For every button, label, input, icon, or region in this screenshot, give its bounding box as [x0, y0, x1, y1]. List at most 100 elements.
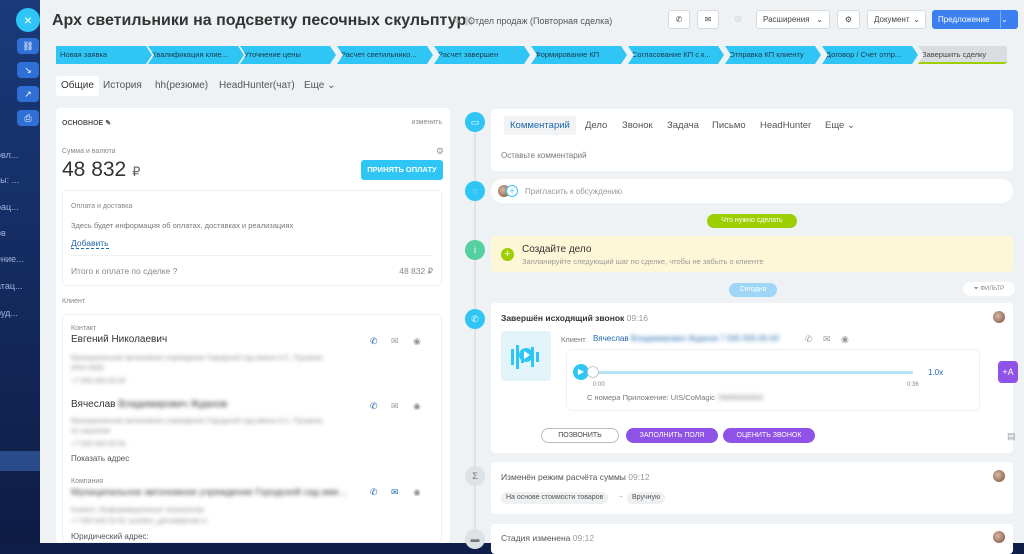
settings-button[interactable]: ⚙ — [837, 10, 860, 29]
add-icon[interactable]: + — [506, 185, 518, 197]
accept-payment-button[interactable]: ПРИНЯТЬ ОПЛАТУ — [361, 160, 443, 180]
sidebar-item[interactable]: ов — [0, 228, 6, 238]
help-icon[interactable]: ? — [173, 266, 178, 276]
call-client-label: Клиент — [561, 335, 586, 344]
sidebar-item[interactable]: овл... — [0, 150, 18, 160]
external-icon[interactable]: ↗ — [17, 86, 39, 102]
edit-section-link[interactable]: изменить — [412, 119, 442, 126]
mail-button[interactable]: ✉ — [697, 10, 719, 29]
sidebar-item[interactable]: руд... — [0, 308, 18, 318]
sidebar-item[interactable]: ение... — [0, 254, 24, 264]
sidebar-item[interactable]: рац... — [0, 202, 19, 212]
phone-icon[interactable]: ✆ — [370, 401, 378, 412]
tab-more[interactable]: Еще ⌄ — [304, 76, 336, 96]
tab-task-deal[interactable]: Дело — [585, 120, 607, 131]
speed-button[interactable]: 1.0x — [928, 368, 943, 377]
contact1-sub: ИНН 0000 — [71, 365, 104, 372]
sidebar-item[interactable]: атац... — [0, 281, 23, 291]
chevron-down-icon: ⌄ — [816, 15, 823, 24]
close-icon[interactable]: × — [16, 8, 40, 32]
call-back-button[interactable]: ПОЗВОНИТЬ — [541, 428, 619, 443]
tab-comment[interactable]: Комментарий — [504, 116, 576, 135]
stage-calc-done[interactable]: Расчет завершен — [434, 46, 530, 64]
proposal-label: Предложение — [938, 15, 990, 24]
sip-icon[interactable]: ◎ — [727, 10, 749, 29]
create-task-card[interactable]: + Создайте дело Запланируйте следующий ш… — [491, 236, 1013, 272]
invite-bar[interactable]: + Пригласить к обсуждению — [491, 179, 1013, 203]
arrow-down-icon[interactable]: ↘ — [17, 62, 39, 78]
plus-icon[interactable]: + — [501, 248, 514, 261]
gear-icon[interactable]: ⚙ — [436, 146, 444, 157]
tab-call[interactable]: Звонок — [622, 120, 653, 131]
mail-icon[interactable]: ✉ — [391, 487, 399, 498]
chevron-down-icon[interactable]: ⌄ — [1000, 11, 1017, 28]
stage-change-card: Стадия изменена 09:12 — [491, 524, 1013, 554]
left-sidebar: × ⛓ ↘ ↗ ⎙ овл... ты: ... рац... ов ение.… — [0, 0, 40, 543]
contact2-rest: Владимирович Жданов — [118, 399, 228, 410]
client-rest: Владимирович Жданов 7 000 000-00-00 — [630, 334, 779, 343]
tab-general[interactable]: Общие — [56, 76, 99, 96]
chat-icon[interactable]: ◉ — [413, 336, 421, 347]
mail-icon[interactable]: ✉ — [391, 401, 399, 412]
progress-track[interactable] — [593, 371, 913, 374]
stage-finish[interactable]: Завершить сделку — [918, 46, 1007, 64]
pipeline-stages: Новая заявка Квалификация клие... Уточне… — [56, 46, 1021, 64]
stage-kp-forming[interactable]: Формирование КП — [531, 46, 627, 64]
link-icon[interactable]: ⛓ — [17, 38, 39, 54]
stage-change-text: Стадия изменена — [501, 533, 571, 543]
rate-call-button[interactable]: ОЦЕНИТЬ ЗВОНОК — [723, 428, 815, 443]
fill-fields-button[interactable]: ЗАПОЛНИТЬ ПОЛЯ — [626, 428, 718, 443]
chat-icon[interactable]: ◉ — [413, 487, 421, 498]
company-name[interactable]: Муниципальное автономное учреждение Горо… — [71, 487, 347, 498]
show-address-link[interactable]: Показать адрес — [71, 454, 129, 463]
contact1-name[interactable]: Евгений Николаевич — [71, 334, 167, 345]
tab-headhunter[interactable]: HeadHunter — [760, 120, 811, 131]
notes-icon[interactable]: ▤ — [1007, 431, 1016, 442]
avatar — [993, 531, 1005, 543]
stage-new[interactable]: Новая заявка — [56, 46, 152, 64]
comment-input[interactable]: Оставьте комментарий — [501, 151, 587, 160]
ai-button[interactable]: +A — [998, 361, 1018, 383]
phone-icon[interactable]: ✆ — [370, 336, 378, 347]
main-area: Арх светильники на подсветку песочных ск… — [40, 0, 1024, 554]
audio-thumbnail — [501, 331, 551, 381]
mail-icon[interactable]: ✉ — [391, 336, 399, 347]
tab-headhunter-chat[interactable]: HeadHunter(чат) — [219, 76, 295, 96]
phone-outgoing-icon: ✆ — [465, 309, 485, 329]
proposal-button[interactable]: Предложение ⌄ — [932, 10, 1018, 29]
stage-price[interactable]: Уточнение цены — [240, 46, 336, 64]
mail-icon[interactable]: ✉ — [823, 334, 831, 345]
tab-more-activity[interactable]: Еще ⌄ — [825, 120, 855, 131]
avatar — [993, 311, 1005, 323]
call-client-name[interactable]: Вячеслав Владимирович Жданов 7 000 000-0… — [593, 334, 779, 343]
add-payment-link[interactable]: Добавить — [71, 238, 109, 249]
filter-button[interactable]: ⏷ ФИЛЬТР — [963, 282, 1015, 296]
contact2-name[interactable]: Вячеслав Владимирович Жданов — [71, 399, 227, 410]
tab-task[interactable]: Задача — [667, 120, 699, 131]
document-button[interactable]: Документ ⌄ — [867, 10, 926, 29]
phone-icon[interactable]: ✆ — [805, 334, 813, 345]
print-icon[interactable]: ⎙ — [17, 110, 39, 126]
phone-icon[interactable]: ✆ — [370, 487, 378, 498]
stage-calc[interactable]: Расчет светильнико... — [337, 46, 433, 64]
tab-hh-resume[interactable]: hh(резюме) — [155, 76, 208, 96]
tab-email[interactable]: Письмо — [712, 120, 746, 131]
pencil-icon[interactable]: ✎ — [105, 120, 111, 127]
stage-contract[interactable]: Договор / Счет отпр... — [822, 46, 918, 64]
extensions-button[interactable]: Расширения ⌄ — [756, 10, 830, 29]
tab-history[interactable]: История — [103, 76, 142, 96]
deal-category[interactable]: Отдел продаж (Повторная сделка) — [468, 16, 612, 26]
stage-kp-sent[interactable]: Отправка КП клиенту — [725, 46, 821, 64]
stage-qualification[interactable]: Квалификация клие... — [148, 46, 244, 64]
chat-icon[interactable]: ◉ — [841, 334, 849, 345]
change-title: Изменён режим расчёта суммы 09:12 — [501, 472, 650, 482]
invite-label: Пригласить к обсуждению — [525, 187, 623, 196]
client-label: Клиент — [62, 298, 86, 305]
sidebar-item[interactable]: ты: ... — [0, 175, 19, 185]
change-to-tag: Вручную — [627, 492, 666, 504]
progress-handle[interactable] — [587, 366, 599, 378]
stage-kp-approval[interactable]: Согласование КП с к... — [628, 46, 724, 64]
chat-icon[interactable]: ◉ — [413, 401, 421, 412]
contact2-first: Вячеслав — [71, 399, 116, 410]
phone-button[interactable]: ✆ — [668, 10, 690, 29]
